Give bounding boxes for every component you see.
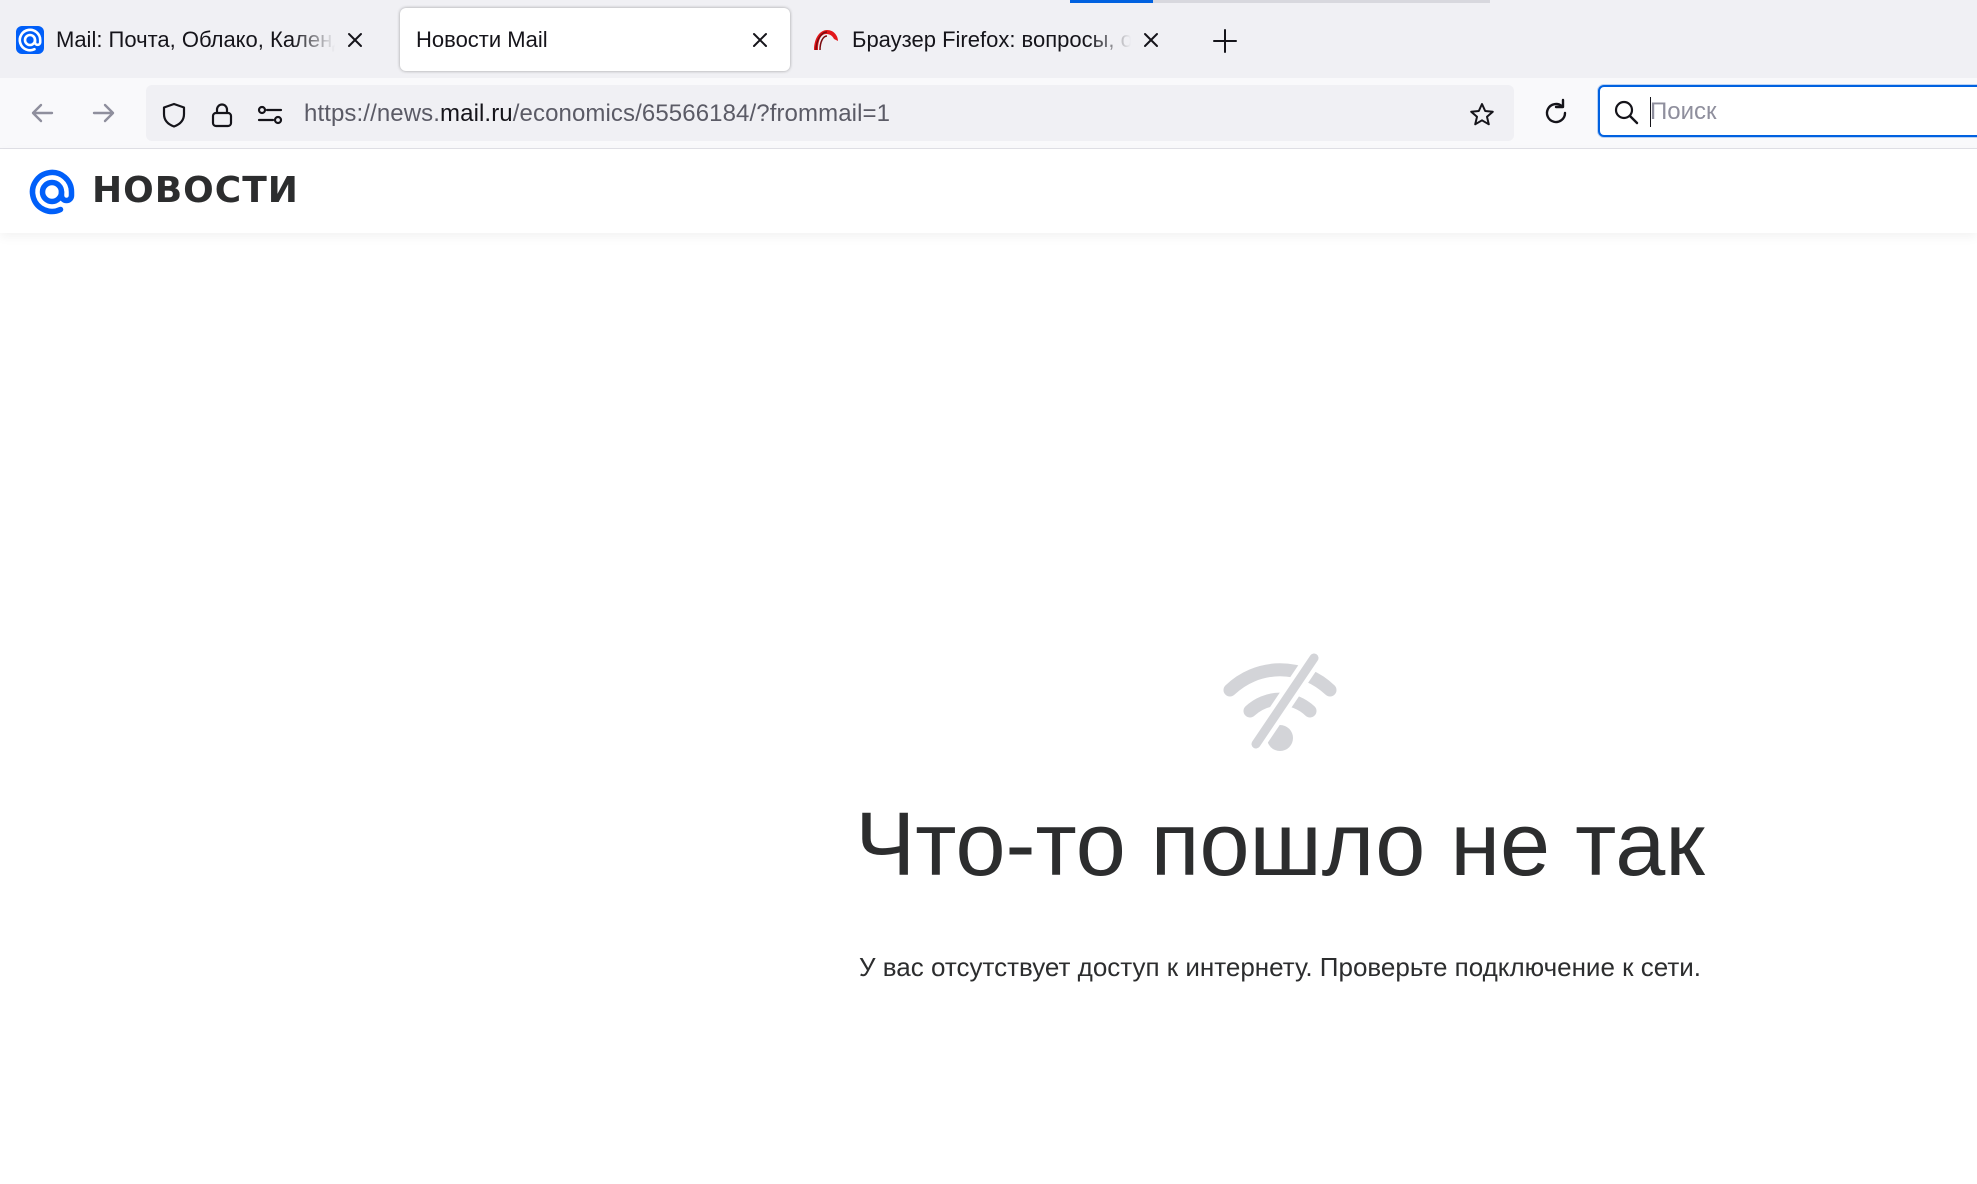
search-input[interactable] xyxy=(1650,95,1970,129)
search-icon xyxy=(1614,100,1639,125)
no-wifi-icon xyxy=(1223,650,1337,753)
search-box[interactable] xyxy=(1598,85,1977,137)
url-path: /economics/65566184/?frommail=1 xyxy=(512,100,891,127)
error-title: Что-то пошло не так xyxy=(855,795,1705,895)
address-bar[interactable]: https://news.mail.ru/economics/65566184/… xyxy=(146,85,1514,141)
close-tab-icon[interactable] xyxy=(1139,28,1163,52)
firefox-help-icon xyxy=(814,29,838,50)
tab-firefox-help[interactable]: Браузер Firefox: вопросы, ответы xyxy=(796,8,1181,71)
close-tab-icon[interactable] xyxy=(748,28,772,52)
url-host: mail.ru xyxy=(440,100,513,127)
mail-ru-at-logo-icon[interactable] xyxy=(26,166,78,218)
tab-overflow-track xyxy=(1153,0,1490,3)
url-prefix: https://news. xyxy=(304,100,441,127)
site-logo-text[interactable]: НОВОСТИ xyxy=(92,170,299,211)
lock-icon[interactable] xyxy=(208,101,236,129)
reload-icon[interactable] xyxy=(1538,95,1574,131)
site-permissions-icon[interactable] xyxy=(256,101,284,129)
tab-title: Mail: Почта, Облако, Календарь xyxy=(56,26,335,52)
bookmark-star-icon[interactable] xyxy=(1468,101,1496,129)
tab-overflow-indicator xyxy=(1070,0,1153,3)
forward-arrow-icon[interactable] xyxy=(86,95,122,131)
mail-at-icon xyxy=(16,25,44,54)
tab-strip: Mail: Почта, Облако, Календарь Новости M… xyxy=(0,0,1977,78)
new-tab-plus-icon[interactable] xyxy=(1210,26,1240,56)
close-tab-icon[interactable] xyxy=(343,28,367,52)
tab-mail[interactable]: Mail: Почта, Облако, Календарь xyxy=(0,8,385,71)
error-message: У вас отсутствует доступ к интернету. Пр… xyxy=(859,952,1701,982)
url-text[interactable]: https://news.mail.ru/economics/65566184/… xyxy=(304,100,890,128)
tracking-protection-shield-icon[interactable] xyxy=(160,101,188,129)
back-arrow-icon[interactable] xyxy=(24,95,60,131)
site-header: НОВОСТИ xyxy=(0,149,1977,233)
navigation-toolbar: https://news.mail.ru/economics/65566184/… xyxy=(0,78,1977,149)
tab-news-mail[interactable]: Новости Mail xyxy=(400,8,790,71)
tab-title: Новости Mail xyxy=(416,26,548,52)
tab-title: Браузер Firefox: вопросы, ответы xyxy=(852,26,1131,52)
